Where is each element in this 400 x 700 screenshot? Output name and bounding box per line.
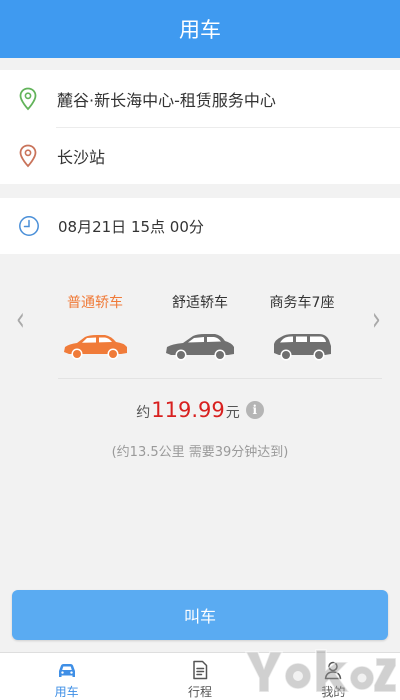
watermark-logo [244, 649, 397, 693]
price-unit: 元 [225, 405, 240, 421]
chevron-right-icon[interactable]: › [372, 304, 381, 338]
car-type-label: 舒适轿车 [172, 295, 228, 311]
info-icon[interactable]: i [245, 401, 264, 419]
tab-use-car[interactable]: 用车 [0, 653, 133, 700]
price-estimate: 约 119.99 元 i [0, 398, 400, 422]
start-location-text: 麓谷·新长海中心-租赁服务中心 [57, 90, 276, 110]
call-car-button[interactable]: 叫车 [12, 590, 388, 640]
price-prefix: 约 [136, 405, 151, 421]
divider [58, 378, 382, 379]
tab-label: 用车 [54, 685, 79, 699]
car-type-business-van[interactable]: 商务车7座 [247, 292, 357, 362]
price-amount: 119.99 [151, 398, 225, 422]
document-icon [193, 660, 208, 680]
start-location-pin-icon [19, 87, 37, 110]
end-location-pin-icon [19, 144, 37, 167]
car-type-label: 商务车7座 [269, 295, 335, 311]
departure-time-row[interactable]: 08月21日 15点 00分 [0, 198, 400, 254]
distance-estimate: (约13.5公里 需要39分钟达到) [111, 445, 289, 460]
comfort-car-icon [166, 334, 234, 361]
car-icon [58, 664, 75, 677]
page-title: 用车 [0, 0, 400, 58]
end-location-row[interactable]: 长沙站 [0, 127, 400, 184]
departure-time-text: 08月21日 15点 00分 [58, 217, 204, 236]
car-type-comfort-sedan[interactable]: 舒适轿车 [145, 292, 255, 362]
car-type-label: 普通轿车 [67, 295, 123, 311]
van-car-icon [274, 334, 331, 361]
tab-label: 行程 [187, 685, 212, 699]
sedan-car-icon [64, 335, 127, 360]
route-card: 麓谷·新长海中心-租赁服务中心 长沙站 [0, 70, 400, 184]
end-location-text: 长沙站 [57, 147, 106, 167]
chevron-left-icon[interactable]: ‹ [16, 304, 25, 338]
clock-icon [19, 216, 39, 236]
car-type-standard-sedan[interactable]: 普通轿车 [40, 292, 150, 362]
start-location-row[interactable]: 麓谷·新长海中心-租赁服务中心 [0, 70, 400, 127]
